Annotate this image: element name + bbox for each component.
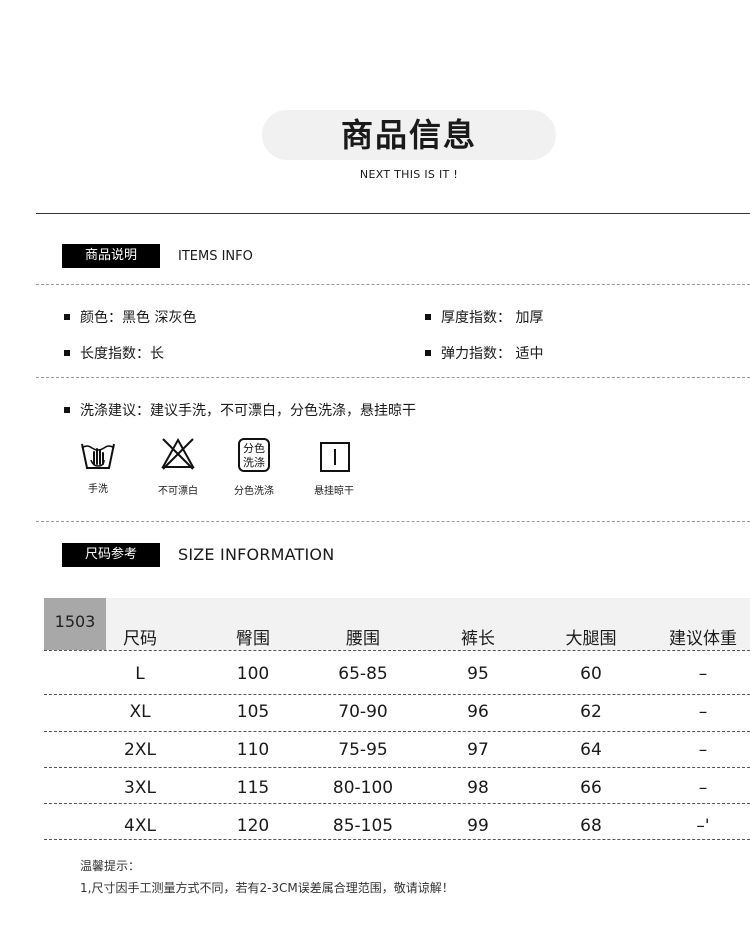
table-cell: 4XL [124, 816, 156, 836]
table-cell: 115 [236, 778, 270, 798]
table-divider [44, 650, 750, 651]
section-divider [36, 284, 750, 285]
bullet-icon [425, 314, 431, 320]
table-cell: 66 [580, 778, 602, 798]
bullet-icon [425, 350, 431, 356]
care-label-hand-wash: 手洗 [88, 484, 108, 495]
table-divider [44, 803, 750, 804]
table-cell: – [698, 664, 708, 684]
table-cell: 110 [236, 740, 270, 760]
attr-color: 颜色：黑色 深灰色 [64, 307, 196, 327]
page-subtitle: NEXT THIS IS IT ! [359, 168, 459, 181]
col-header-thigh: 大腿围 [565, 629, 617, 649]
table-cell: 85-105 [332, 816, 394, 836]
table-cell: 105 [236, 702, 270, 722]
table-divider [44, 839, 750, 840]
table-cell: 68 [580, 816, 602, 836]
col-header-length: 裤长 [461, 629, 495, 649]
section-divider [36, 377, 750, 378]
bullet-icon [64, 314, 70, 320]
table-cell: – [698, 778, 708, 798]
size-info-tag: 尺码参考 [62, 543, 160, 567]
table-cell: 62 [580, 702, 602, 722]
table-cell: 99 [467, 816, 489, 836]
table-cell: 70-90 [338, 702, 388, 722]
hang-dry-icon [320, 442, 350, 472]
wash-advice: 洗涤建议：建议手洗，不可漂白，分色洗涤，悬挂晾干 [64, 400, 416, 420]
col-header-size: 尺码 [123, 629, 157, 649]
col-header-weight: 建议体重 [669, 629, 737, 649]
care-label-hang-dry: 悬挂晾干 [314, 486, 354, 497]
bullet-icon [64, 350, 70, 356]
table-divider [44, 694, 750, 695]
table-cell: – [698, 702, 708, 722]
attr-elasticity: 弹力指数： 适中 [425, 343, 543, 363]
table-cell: –' [696, 816, 710, 836]
section-divider [36, 521, 750, 522]
table-cell: 65-85 [338, 664, 388, 684]
items-info-tag: 商品说明 [62, 244, 160, 268]
table-cell: 80-100 [332, 778, 394, 798]
table-cell: 96 [467, 702, 489, 722]
notes-title: 温馨提示： [80, 859, 141, 873]
table-divider [44, 767, 750, 768]
table-cell: 100 [236, 664, 270, 684]
table-cell: XL [129, 702, 151, 722]
table-divider [44, 731, 750, 732]
table-cell: 2XL [124, 740, 156, 760]
table-cell: 97 [467, 740, 489, 760]
separate-wash-glyph-top: 分色 [243, 441, 265, 455]
table-cell: – [698, 740, 708, 760]
wash-advice-text: 洗涤建议：建议手洗，不可漂白，分色洗涤，悬挂晾干 [80, 403, 416, 419]
items-info-en: ITEMS INFO [178, 249, 253, 264]
bullet-icon [64, 407, 70, 413]
table-cell: L [135, 664, 145, 684]
col-header-hip: 臀围 [236, 629, 270, 649]
care-label-separate-wash: 分色洗涤 [234, 486, 274, 497]
size-info-en: SIZE INFORMATION [178, 545, 335, 564]
attr-elasticity-text: 弹力指数： 适中 [441, 346, 544, 362]
table-cell: 75-95 [338, 740, 388, 760]
attr-color-text: 颜色：黑色 深灰色 [80, 310, 197, 326]
attr-length: 长度指数：长 [64, 343, 164, 363]
table-cell: 3XL [124, 778, 156, 798]
attr-thickness-text: 厚度指数： 加厚 [441, 310, 544, 326]
table-cell: 64 [580, 740, 602, 760]
table-cell: 120 [236, 816, 270, 836]
table-cell: 95 [467, 664, 489, 684]
care-label-no-bleach: 不可漂白 [158, 486, 198, 497]
col-header-waist: 腰围 [346, 629, 380, 649]
page-title: 商品信息 [340, 116, 477, 154]
header-divider [36, 213, 750, 214]
separate-wash-icon: 分色 洗涤 [238, 438, 270, 472]
attr-thickness: 厚度指数： 加厚 [425, 307, 543, 327]
table-cell: 60 [580, 664, 602, 684]
notes-line-1: 1,尺寸因手工测量方式不同，若有2-3CM误差属合理范围，敬请谅解！ [80, 881, 454, 895]
hand-wash-icon [81, 443, 115, 469]
table-cell: 98 [467, 778, 489, 798]
separate-wash-glyph-bottom: 洗涤 [243, 455, 265, 469]
attr-length-text: 长度指数：长 [80, 346, 164, 362]
no-bleach-icon [161, 437, 195, 470]
